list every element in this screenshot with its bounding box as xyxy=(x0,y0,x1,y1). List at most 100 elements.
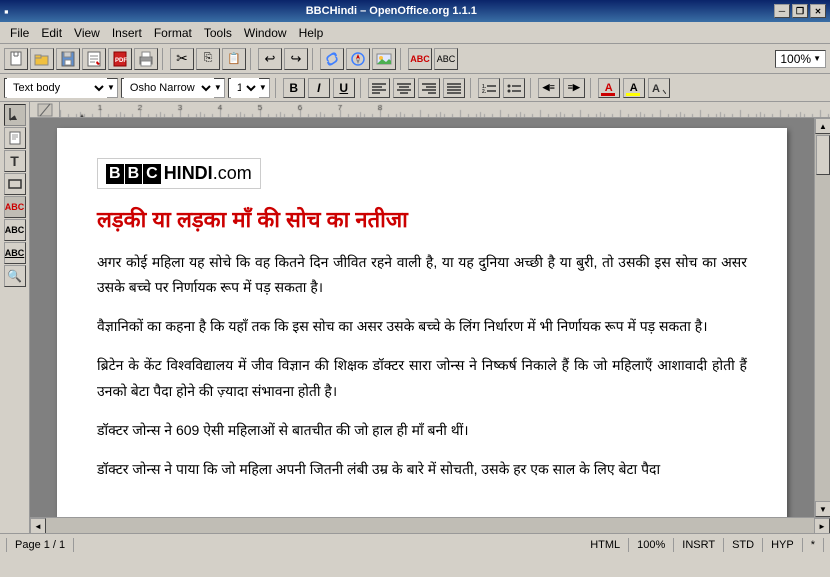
scroll-down-button[interactable]: ▼ xyxy=(815,501,830,517)
bullet-list-icon xyxy=(507,82,521,94)
decrease-indent-button[interactable]: ◀≡ xyxy=(538,78,560,98)
restore-button[interactable]: ❐ xyxy=(792,4,808,18)
ruler-canvas xyxy=(60,102,830,118)
font-size-select[interactable]: 12 xyxy=(231,78,259,98)
svg-text:PDF: PDF xyxy=(115,58,127,64)
text-tool-button[interactable]: T xyxy=(4,150,26,172)
gallery-button[interactable] xyxy=(372,48,396,70)
pdf-button[interactable]: PDF xyxy=(108,48,132,70)
char-style-icon: A xyxy=(652,82,666,94)
font-name-select[interactable]: Osho Narrow xyxy=(124,78,214,98)
save-button[interactable] xyxy=(56,48,80,70)
highlight-bar xyxy=(626,93,640,96)
redo-button[interactable]: ↪ xyxy=(284,48,308,70)
horizontal-scrollbar[interactable]: ◄ ► xyxy=(30,517,830,533)
paste-button[interactable]: 📋 xyxy=(222,48,246,70)
font-color-button[interactable]: A xyxy=(598,78,620,98)
status-zoom: 100% xyxy=(629,538,674,552)
save-icon xyxy=(60,51,76,67)
minimize-button[interactable]: ─ xyxy=(774,4,790,18)
zoom-label: 100% xyxy=(780,52,811,66)
zoom-control[interactable]: 100% ▼ xyxy=(775,50,826,68)
char-style-button[interactable]: A xyxy=(648,78,670,98)
scroll-up-button[interactable]: ▲ xyxy=(815,118,830,134)
menu-bar: File Edit View Insert Format Tools Windo… xyxy=(0,22,830,44)
align-center-button[interactable] xyxy=(393,78,415,98)
align-right-button[interactable] xyxy=(418,78,440,98)
bullet-list-button[interactable] xyxy=(503,78,525,98)
menu-window[interactable]: Window xyxy=(238,24,293,42)
menu-file[interactable]: File xyxy=(4,24,35,42)
print-button[interactable] xyxy=(134,48,158,70)
cut-button[interactable]: ✂ xyxy=(170,48,194,70)
toolbar-separator-1 xyxy=(162,48,166,70)
format-separator-4 xyxy=(530,78,533,98)
scroll-track[interactable] xyxy=(815,134,830,501)
vertical-scrollbar[interactable]: ▲ ▼ xyxy=(814,118,830,517)
toolbar: PDF ✂ ⎘ 📋 ↩ ↪ ABC ABC 100% ▼ xyxy=(0,44,830,74)
menu-insert[interactable]: Insert xyxy=(106,24,148,42)
abc-button[interactable]: ABC xyxy=(4,242,26,264)
open-button[interactable] xyxy=(30,48,54,70)
gallery-icon xyxy=(376,51,392,67)
menu-edit[interactable]: Edit xyxy=(35,24,68,42)
edit-doc-button[interactable] xyxy=(82,48,106,70)
document-container[interactable]: B B C HINDI .com लड़की या लड़का माँ की स… xyxy=(30,118,814,517)
highlight-color-button[interactable]: A xyxy=(623,78,645,98)
menu-tools[interactable]: Tools xyxy=(198,24,238,42)
draw-rectangle-button[interactable] xyxy=(4,173,26,195)
rectangle-icon xyxy=(8,177,22,191)
align-justify-button[interactable] xyxy=(443,78,465,98)
hscroll-right-button[interactable]: ► xyxy=(814,518,830,533)
bold-button[interactable]: B xyxy=(283,78,305,98)
size-dropdown-icon[interactable]: ▼ xyxy=(259,83,267,92)
open-icon xyxy=(34,51,50,67)
spellcheck-side-button[interactable]: ABC xyxy=(4,196,26,218)
close-button[interactable]: ✕ xyxy=(810,4,826,18)
font-dropdown-icon[interactable]: ▼ xyxy=(214,83,222,92)
bbc-logo: B B C HINDI .com xyxy=(97,158,261,189)
navigator-button[interactable] xyxy=(346,48,370,70)
status-hyp: HYP xyxy=(763,538,803,552)
hscroll-left-button[interactable]: ◄ xyxy=(30,518,46,533)
page-view-button[interactable] xyxy=(4,127,26,149)
hyperlink-button[interactable] xyxy=(320,48,344,70)
new-button[interactable] xyxy=(4,48,28,70)
undo-button[interactable]: ↩ xyxy=(258,48,282,70)
hyperlink-icon xyxy=(324,51,340,67)
numbered-list-button[interactable]: 1.2. xyxy=(478,78,500,98)
align-right-icon xyxy=(422,82,436,94)
paragraph-style-select[interactable]: Text body xyxy=(7,78,107,98)
selection-tool-button[interactable] xyxy=(4,104,26,126)
underline-button[interactable]: U xyxy=(333,78,355,98)
title-bar: ▪ BBCHindi – OpenOffice.org 1.1.1 ─ ❐ ✕ xyxy=(0,0,830,22)
format-separator-2 xyxy=(360,78,363,98)
svg-text:2.: 2. xyxy=(482,89,487,94)
italic-button[interactable]: I xyxy=(308,78,330,98)
find-replace-button[interactable]: 🔍 xyxy=(4,265,26,287)
hscroll-track[interactable] xyxy=(46,518,814,533)
align-center-icon xyxy=(397,82,411,94)
status-insert: INSRT xyxy=(674,538,724,552)
zoom-dropdown-icon[interactable]: ▼ xyxy=(813,54,821,63)
status-style: HTML xyxy=(582,538,629,552)
bbc-domain-label: .com xyxy=(213,163,252,184)
status-page: Page 1 / 1 xyxy=(6,538,74,552)
ruler-corner-icon xyxy=(37,103,53,117)
autocorrect-button[interactable]: ABC xyxy=(434,48,458,70)
new-icon xyxy=(8,51,24,67)
spellcheck2-side-button[interactable]: ABC xyxy=(4,219,26,241)
format-separator-5 xyxy=(590,78,593,98)
copy-button[interactable]: ⎘ xyxy=(196,48,220,70)
numbered-list-icon: 1.2. xyxy=(482,82,496,94)
scroll-thumb[interactable] xyxy=(816,135,830,175)
edit-icon xyxy=(86,51,102,67)
spellcheck-button[interactable]: ABC xyxy=(408,48,432,70)
menu-format[interactable]: Format xyxy=(148,24,198,42)
align-left-button[interactable] xyxy=(368,78,390,98)
menu-view[interactable]: View xyxy=(68,24,106,42)
style-dropdown-icon[interactable]: ▼ xyxy=(107,83,115,92)
menu-help[interactable]: Help xyxy=(293,24,330,42)
increase-indent-button[interactable]: ≡▶ xyxy=(563,78,585,98)
navigator-icon xyxy=(350,51,366,67)
